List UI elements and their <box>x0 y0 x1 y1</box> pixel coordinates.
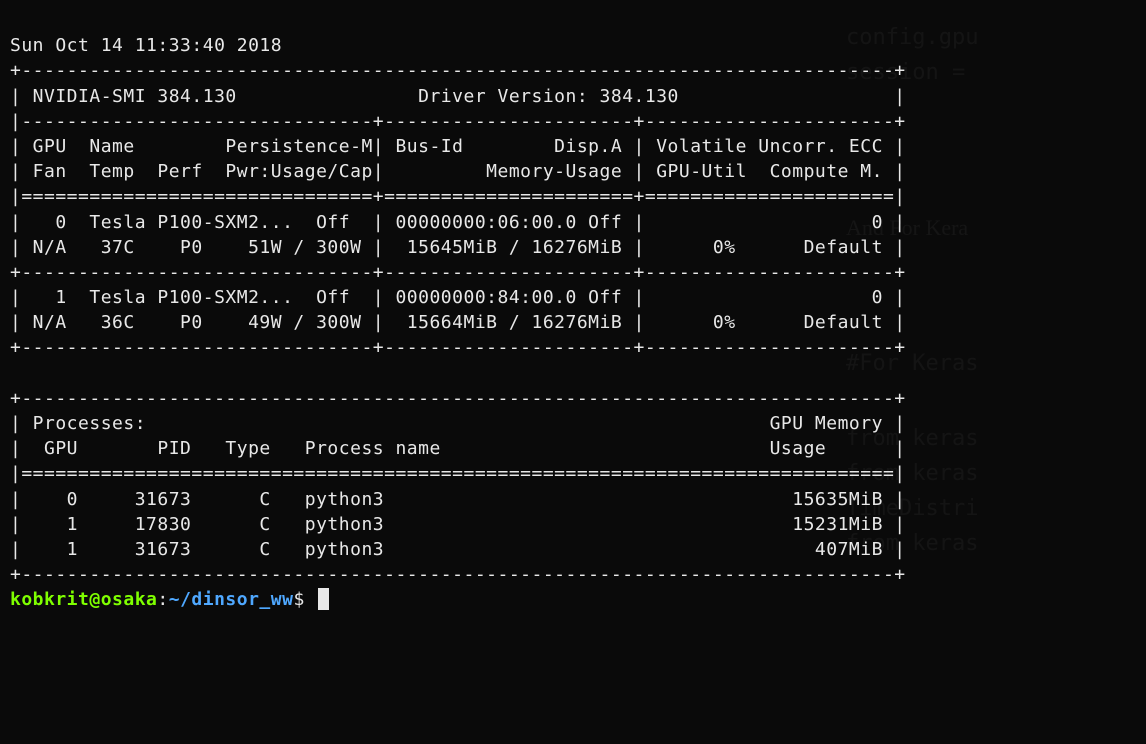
version-line: | NVIDIA-SMI 384.130 Driver Version: 384… <box>10 86 906 107</box>
prompt-host: osaka <box>101 589 158 610</box>
terminal-output[interactable]: Sun Oct 14 11:33:40 2018 +--------------… <box>0 0 1146 744</box>
proc-header-1: | Processes: GPU Memory | <box>10 413 906 434</box>
gpu0-row2: | N/A 37C P0 51W / 300W | 15645MiB / 162… <box>10 237 906 258</box>
prompt-at: @ <box>89 589 100 610</box>
border-top: +---------------------------------------… <box>10 60 906 81</box>
timestamp-line: Sun Oct 14 11:33:40 2018 <box>10 35 282 56</box>
prompt-path: ~/dinsor_ww <box>169 589 294 610</box>
border-eq3: |===============================+=======… <box>10 186 906 207</box>
proc-header-2: | GPU PID Type Process name Usage | <box>10 438 906 459</box>
border-bottom: +---------------------------------------… <box>10 564 906 585</box>
spacer <box>10 363 906 384</box>
proc-row-2: | 1 31673 C python3 407MiB | <box>10 539 906 560</box>
prompt-user: kobkrit <box>10 589 89 610</box>
shell-prompt[interactable]: kobkrit@osaka:~/dinsor_ww$ <box>10 589 329 610</box>
border-mid3-b: +-------------------------------+-------… <box>10 337 906 358</box>
gpu0-row1: | 0 Tesla P100-SXM2... Off | 00000000:06… <box>10 212 906 233</box>
border-section: |-------------------------------+-------… <box>10 111 906 132</box>
proc-row-1: | 1 17830 C python3 15231MiB | <box>10 514 906 535</box>
border-eq1: |=======================================… <box>10 463 906 484</box>
prompt-colon: : <box>157 589 168 610</box>
header-row-1: | GPU Name Persistence-M| Bus-Id Disp.A … <box>10 136 906 157</box>
proc-row-0: | 0 31673 C python3 15635MiB | <box>10 489 906 510</box>
gpu1-row2: | N/A 36C P0 49W / 300W | 15664MiB / 162… <box>10 312 906 333</box>
header-row-2: | Fan Temp Perf Pwr:Usage/Cap| Memory-Us… <box>10 161 906 182</box>
border-plain: +---------------------------------------… <box>10 388 906 409</box>
cursor-icon <box>318 588 329 610</box>
gpu1-row1: | 1 Tesla P100-SXM2... Off | 00000000:84… <box>10 287 906 308</box>
border-mid3: +-------------------------------+-------… <box>10 262 906 283</box>
prompt-symbol: $ <box>293 589 304 610</box>
